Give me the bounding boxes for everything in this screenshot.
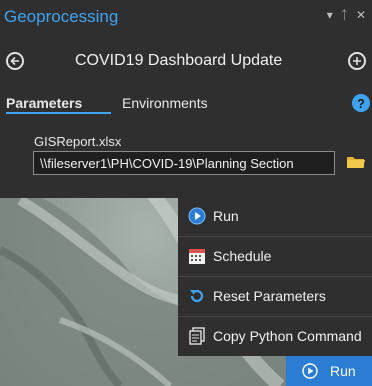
menu-item-label: Copy Python Command	[213, 328, 362, 344]
active-tab-indicator	[6, 112, 111, 114]
tab-bar: Parameters Environments ?	[0, 92, 372, 118]
copy-python-icon	[189, 327, 205, 345]
tool-header: COVID19 Dashboard Update	[0, 44, 372, 78]
pane-controls: ▾ ᛏ ✕	[327, 8, 366, 22]
back-button[interactable]	[6, 52, 24, 70]
folder-icon[interactable]	[346, 154, 366, 170]
pin-icon[interactable]: ᛏ	[341, 8, 348, 22]
menu-item-schedule[interactable]: Schedule	[178, 238, 372, 274]
pane-title: Geoprocessing	[4, 7, 119, 26]
run-icon	[188, 207, 206, 225]
menu-divider	[178, 236, 372, 237]
geoprocessing-pane: Geoprocessing ▾ ᛏ ✕ COVID19 Dashboard Up…	[0, 0, 372, 198]
add-button[interactable]	[348, 52, 366, 70]
tab-environments[interactable]: Environments	[122, 95, 208, 111]
tool-title: COVID19 Dashboard Update	[75, 52, 283, 69]
pane-options-icon[interactable]: ▾	[327, 8, 333, 22]
menu-item-run[interactable]: Run	[178, 198, 372, 234]
menu-item-reset-parameters[interactable]: Reset Parameters	[178, 278, 372, 314]
menu-divider	[178, 316, 372, 317]
run-icon	[302, 363, 318, 379]
parameter-path-input[interactable]: \\fileserver1\PH\COVID-19\Planning Secti…	[33, 151, 335, 175]
menu-item-label: Schedule	[213, 248, 272, 264]
help-icon[interactable]: ?	[352, 94, 370, 112]
menu-item-label: Reset Parameters	[213, 288, 326, 304]
run-button-label: Run	[330, 363, 356, 379]
pane-title-bar: Geoprocessing ▾ ᛏ ✕	[0, 0, 372, 36]
reset-icon	[190, 289, 204, 303]
run-options-menu: Run Schedule Reset Parameters Copy Pytho…	[178, 198, 372, 356]
menu-divider	[178, 276, 372, 277]
parameter-label: GISReport.xlsx	[34, 134, 122, 149]
calendar-icon	[189, 249, 205, 264]
plus-icon	[353, 57, 361, 65]
run-button[interactable]: Run	[286, 356, 372, 386]
menu-item-label: Run	[213, 208, 239, 224]
menu-item-copy-python-command[interactable]: Copy Python Command	[178, 318, 372, 354]
back-arrow-icon	[10, 56, 19, 66]
close-icon[interactable]: ✕	[356, 8, 366, 22]
tab-parameters[interactable]: Parameters	[6, 95, 82, 111]
